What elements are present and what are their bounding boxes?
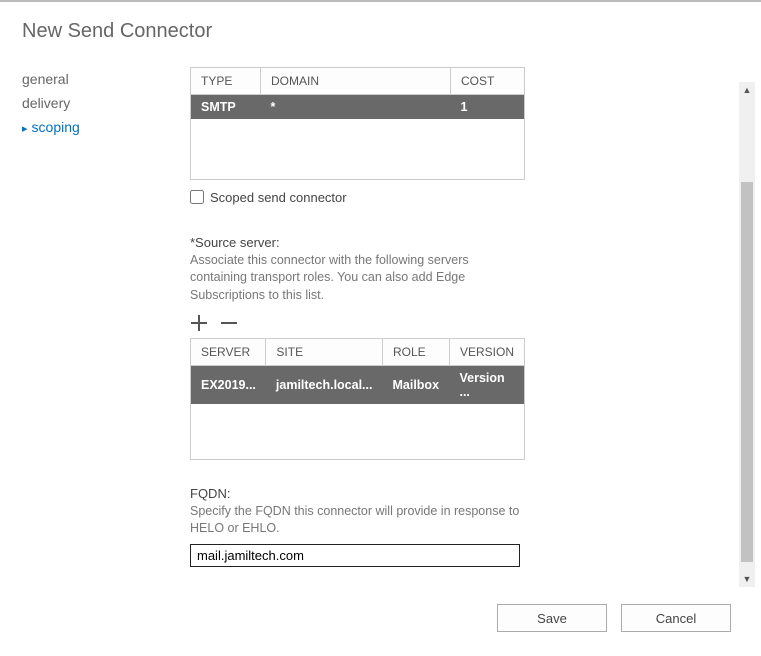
source-server-description: Associate this connector with the follow… (190, 252, 525, 305)
col-site[interactable]: SITE (266, 339, 383, 366)
sidebar-nav: general delivery scoping (0, 67, 190, 567)
minus-icon (221, 315, 237, 331)
cell-role: Mailbox (382, 366, 449, 405)
vertical-scrollbar[interactable]: ▲ ▼ (739, 82, 755, 587)
scoped-checkbox-label: Scoped send connector (210, 190, 347, 205)
server-table: SERVER SITE ROLE VERSION EX2019... jamil… (190, 338, 525, 460)
scroll-up-arrow-icon[interactable]: ▲ (739, 82, 755, 98)
cell-version: Version ... (449, 366, 524, 405)
sidebar-item-scoping[interactable]: scoping (22, 115, 190, 139)
fqdn-block: FQDN: Specify the FQDN this connector wi… (190, 486, 525, 567)
page-title: New Send Connector (0, 2, 761, 43)
table-row[interactable]: EX2019... jamiltech.local... Mailbox Ver… (191, 366, 525, 405)
sidebar-item-general[interactable]: general (22, 67, 190, 91)
col-cost[interactable]: COST (451, 68, 525, 95)
table-row[interactable]: SMTP * 1 (191, 95, 525, 120)
remove-server-button[interactable] (220, 314, 238, 332)
main-content: TYPE DOMAIN COST SMTP * 1 Scoped send co… (190, 67, 525, 567)
col-type[interactable]: TYPE (191, 68, 261, 95)
fqdn-description: Specify the FQDN this connector will pro… (190, 503, 525, 538)
scoped-send-connector-checkbox[interactable]: Scoped send connector (190, 190, 525, 205)
save-button[interactable]: Save (497, 604, 607, 632)
cell-server: EX2019... (191, 366, 266, 405)
col-domain[interactable]: DOMAIN (261, 68, 451, 95)
cell-domain: * (261, 95, 451, 120)
fqdn-input[interactable] (190, 544, 520, 567)
scoped-checkbox-input[interactable] (190, 190, 204, 204)
cell-cost: 1 (451, 95, 525, 120)
col-version[interactable]: VERSION (449, 339, 524, 366)
cancel-button[interactable]: Cancel (621, 604, 731, 632)
scroll-thumb[interactable] (741, 182, 753, 562)
scroll-down-arrow-icon[interactable]: ▼ (739, 571, 755, 587)
plus-icon (191, 315, 207, 331)
fqdn-label: FQDN: (190, 486, 525, 501)
source-server-label: *Source server: (190, 235, 525, 250)
cell-type: SMTP (191, 95, 261, 120)
cell-site: jamiltech.local... (266, 366, 383, 405)
footer-buttons: Save Cancel (497, 604, 731, 632)
col-role[interactable]: ROLE (382, 339, 449, 366)
add-server-button[interactable] (190, 314, 208, 332)
source-server-block: *Source server: Associate this connector… (190, 235, 525, 460)
col-server[interactable]: SERVER (191, 339, 266, 366)
address-space-table: TYPE DOMAIN COST SMTP * 1 (190, 67, 525, 180)
sidebar-item-delivery[interactable]: delivery (22, 91, 190, 115)
